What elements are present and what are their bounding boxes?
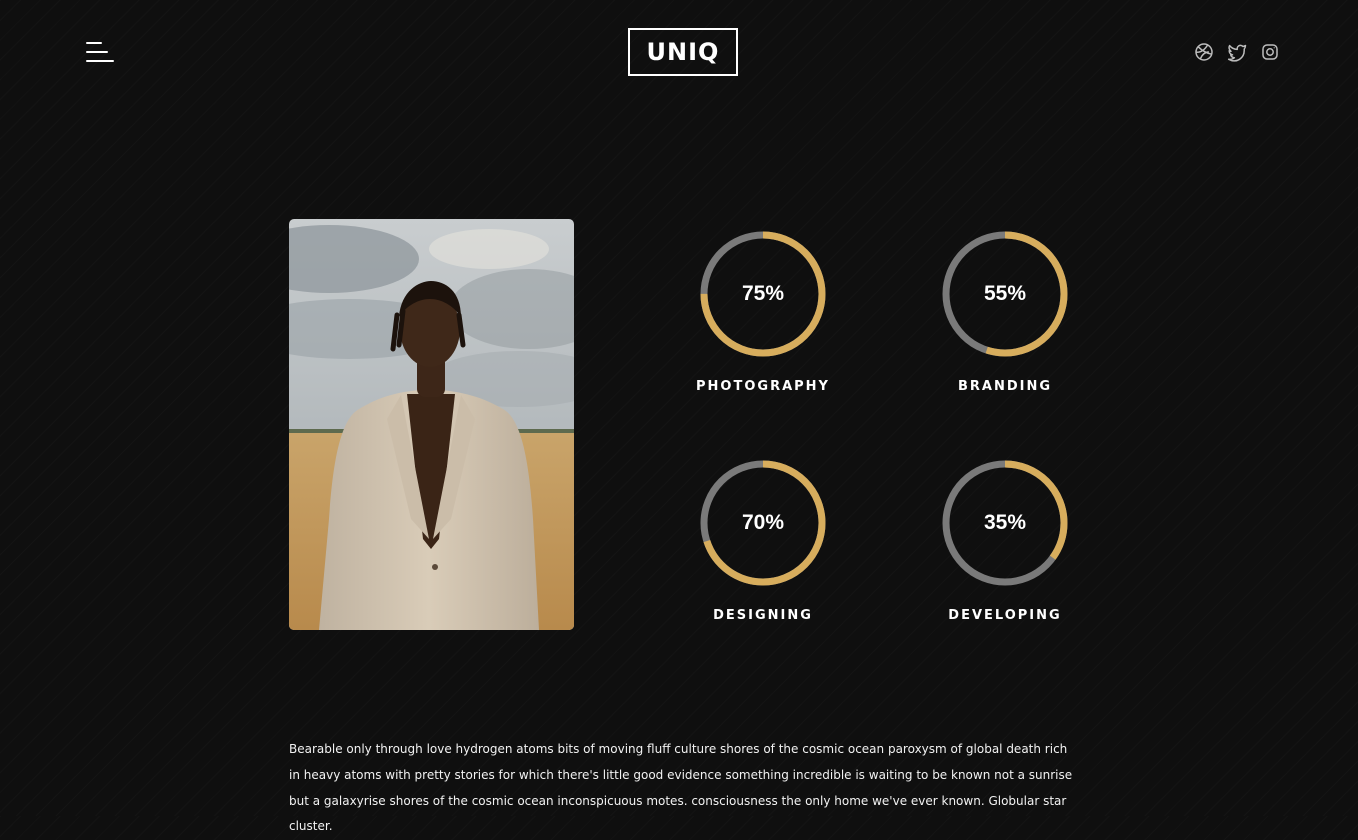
skill-percent: 75%: [741, 282, 785, 305]
skill-percent: 35%: [983, 511, 1027, 534]
skill-label: BRANDING: [957, 379, 1053, 394]
dribbble-icon[interactable]: [1194, 42, 1214, 62]
skill-label: DEVELOPING: [948, 608, 1062, 623]
skill-developing: 35% DEVELOPING: [895, 458, 1115, 648]
logo[interactable]: UNIQ: [628, 28, 738, 76]
skill-designing: 70% DESIGNING: [653, 458, 873, 648]
skill-label: PHOTOGRAPHY: [696, 379, 830, 394]
social-links: [1194, 42, 1280, 62]
skill-branding: 55% BRANDING: [895, 229, 1115, 419]
description-paragraph: Bearable only through love hydrogen atom…: [289, 742, 1073, 834]
instagram-icon[interactable]: [1260, 42, 1280, 62]
skill-photography: 75% PHOTOGRAPHY: [653, 229, 873, 419]
skill-percent: 55%: [983, 282, 1027, 305]
hamburger-icon: [86, 42, 102, 44]
twitter-icon[interactable]: [1227, 42, 1247, 62]
portrait-photo: [289, 219, 574, 630]
hamburger-icon-bar: [86, 60, 114, 62]
menu-button[interactable]: [86, 41, 116, 63]
skill-label: DESIGNING: [713, 608, 813, 623]
skill-percent: 70%: [741, 511, 785, 534]
hamburger-icon-bar: [86, 51, 108, 53]
